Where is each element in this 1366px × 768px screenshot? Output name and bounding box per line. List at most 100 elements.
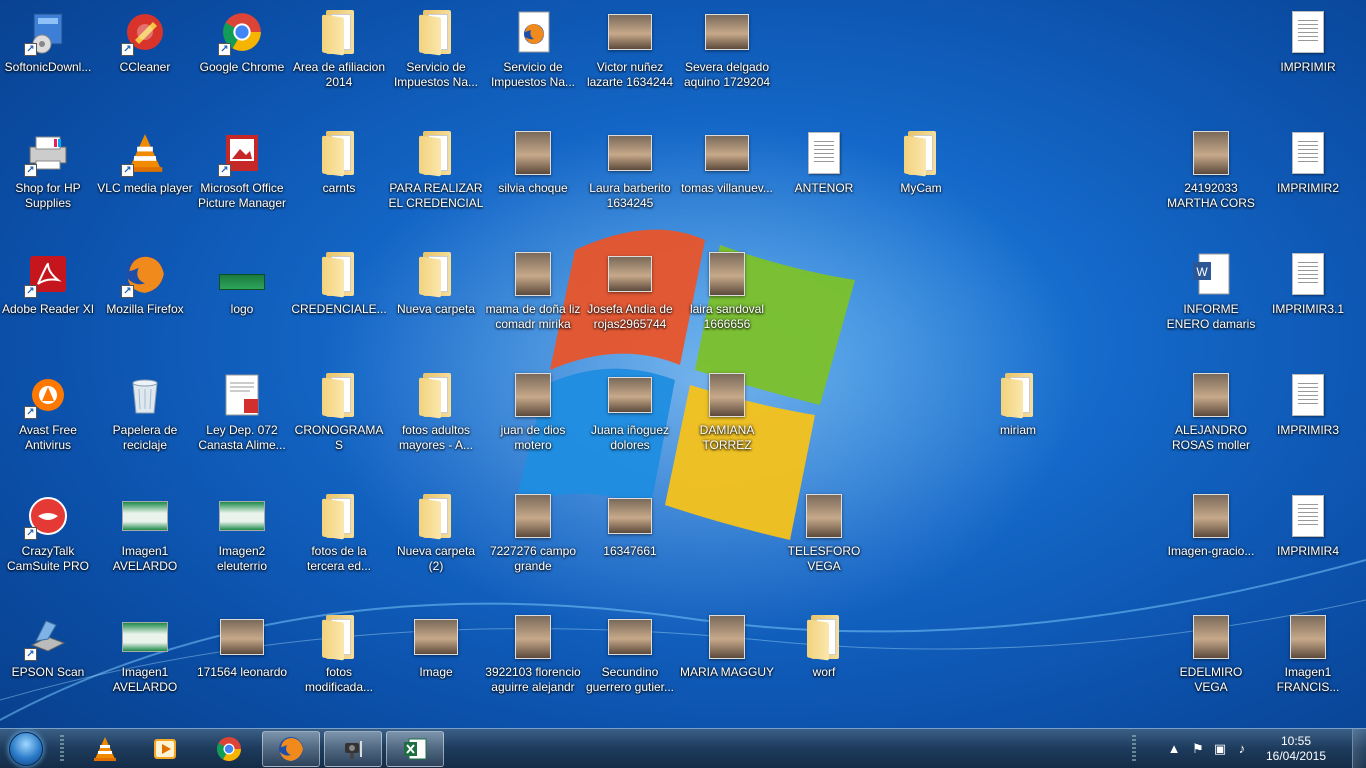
taskbar-media-player-button[interactable] <box>136 731 194 767</box>
folder-icon <box>412 129 460 177</box>
desktop-icon[interactable]: MARIA MAGGUY <box>679 605 775 713</box>
desktop-icon[interactable]: Imagen-gracio... <box>1163 484 1259 592</box>
desktop-icon[interactable]: Nueva carpeta <box>388 242 484 350</box>
desktop-icon[interactable]: tomas villanuev... <box>679 121 775 229</box>
start-button[interactable] <box>6 731 46 767</box>
desktop-icon[interactable]: ↗ SoftonicDownl... <box>0 0 96 108</box>
desktop-icon[interactable]: Imagen2 eleuterrio <box>194 484 290 592</box>
desktop-icon[interactable]: carnts <box>291 121 387 229</box>
desktop-icon-label: EDELMIRO VEGA CARDOZO <box>1179 665 1243 694</box>
desktop-icon[interactable]: Secundino guerrero gutier... <box>582 605 678 713</box>
photo-icon <box>1187 613 1235 661</box>
desktop-icon[interactable]: TELESFORO VEGA <box>776 484 872 592</box>
desktop-icon[interactable]: juan de dios motero <box>485 363 581 471</box>
action-center-flag-icon[interactable]: ⚑ <box>1190 741 1206 757</box>
desktop-icon[interactable]: Papelera de reciclaje <box>97 363 193 471</box>
desktop-icon[interactable]: fotos de la tercera ed... <box>291 484 387 592</box>
desktop-icon[interactable]: laira sandoval 1666656 <box>679 242 775 350</box>
clock-date: 16/04/2015 <box>1265 749 1327 763</box>
desktop[interactable]: ↗ SoftonicDownl... ↗ CCleaner ↗ Google Chrome… <box>0 0 1366 728</box>
desktop-icon[interactable]: Servicio de Impuestos Na... <box>485 0 581 108</box>
desktop-icon[interactable]: W INFORME ENERO damaris <box>1163 242 1259 350</box>
shortcut-arrow-icon: ↗ <box>24 285 37 298</box>
photo-icon <box>703 129 751 177</box>
desktop-icon[interactable]: PARA REALIZAR EL CREDENCIAL <box>388 121 484 229</box>
desktop-icon[interactable]: worf <box>776 605 872 713</box>
desktop-icon[interactable]: EDELMIRO VEGA CARDOZO <box>1163 605 1259 713</box>
taskbar-excel-button[interactable] <box>386 731 444 767</box>
desktop-icon[interactable]: 7227276 campo grande <box>485 484 581 592</box>
show-hidden-icons-icon[interactable]: ▲ <box>1166 741 1182 757</box>
photo-icon <box>606 492 654 540</box>
desktop-icon[interactable]: DAMIANA TORREZ <box>679 363 775 471</box>
show-desktop-button[interactable] <box>1352 729 1366 768</box>
photo-icon <box>606 371 654 419</box>
desktop-icon[interactable]: IMPRIMIR3 <box>1260 363 1356 471</box>
desktop-icon[interactable]: 171564 leonardo <box>194 605 290 713</box>
desktop-icon[interactable]: Nueva carpeta (2) <box>388 484 484 592</box>
desktop-icon[interactable]: Imagen1 AVELARDO <box>97 484 193 592</box>
desktop-icon[interactable]: Ley Dep. 072 Canasta Alime... <box>194 363 290 471</box>
taskbar-webcam-button[interactable] <box>324 731 382 767</box>
desktop-icon[interactable]: miriam <box>970 363 1066 471</box>
folder-icon <box>315 250 363 298</box>
desktop-icon[interactable]: Servicio de Impuestos Na... <box>388 0 484 108</box>
photo-icon <box>509 371 557 419</box>
desktop-icon[interactable]: Image <box>388 605 484 713</box>
desktop-icon[interactable]: Area de afiliacion 2014 <box>291 0 387 108</box>
desktop-icon[interactable]: ALEJANDRO ROSAS moller <box>1163 363 1259 471</box>
clock[interactable]: 10:55 16/04/2015 <box>1256 734 1336 764</box>
photo-icon <box>703 8 751 56</box>
photo-icon <box>509 613 557 661</box>
desktop-icon-label: ANTENOR <box>794 181 854 195</box>
desktop-icon[interactable]: Juana iñoguez dolores 16347661 <box>582 363 678 471</box>
desktop-icon[interactable]: 3922103 florencio aguirre alejandr <box>485 605 581 713</box>
taskbar-grip[interactable] <box>60 735 64 763</box>
document-icon <box>1284 129 1332 177</box>
taskbar-chrome-button[interactable] <box>200 731 258 767</box>
desktop-icon[interactable]: IMPRIMIR4 <box>1260 484 1356 592</box>
desktop-icon[interactable]: CRONOGRAMAS <box>291 363 387 471</box>
desktop-icon[interactable]: Laura barberito 1634245 <box>582 121 678 229</box>
desktop-icon[interactable]: ↗ Shop for HP Supplies <box>0 121 96 229</box>
taskbar-vlc-button[interactable] <box>76 731 134 767</box>
tray-grip[interactable] <box>1132 735 1136 763</box>
desktop-icon[interactable]: Josefa Andia de rojas2965744 <box>582 242 678 350</box>
desktop-icon[interactable]: mama de doña liz comadr mirika <box>485 242 581 350</box>
desktop-icon[interactable]: silvia choque <box>485 121 581 229</box>
desktop-icon[interactable]: IMPRIMIR <box>1260 0 1356 108</box>
desktop-icon[interactable]: Victor nuñez lazarte 1634244 <box>582 0 678 108</box>
desktop-icon[interactable]: ↗ VLC media player <box>97 121 193 229</box>
desktop-icon-label: PARA REALIZAR EL CREDENCIAL <box>388 181 484 210</box>
desktop-icon[interactable]: Imagen1 FRANCIS... <box>1260 605 1356 713</box>
desktop-icon[interactable]: fotos adultos mayores - A... <box>388 363 484 471</box>
desktop-icon[interactable]: Severa delgado aquino 1729204 <box>679 0 775 108</box>
volume-icon[interactable]: ♪ <box>1234 741 1250 757</box>
desktop-icon[interactable]: ↗ EPSON Scan <box>0 605 96 713</box>
folder-icon <box>315 371 363 419</box>
desktop-icon[interactable]: ↗ CrazyTalk CamSuite PRO <box>0 484 96 592</box>
desktop-icon[interactable]: logo <box>194 242 290 350</box>
desktop-icon[interactable]: IMPRIMIR2 <box>1260 121 1356 229</box>
desktop-icon[interactable]: MyCam <box>873 121 969 229</box>
desktop-icon[interactable]: fotos modificada... <box>291 605 387 713</box>
desktop-icon-label: Google Chrome <box>199 60 285 74</box>
desktop-icon[interactable]: IMPRIMIR3.1 <box>1260 242 1356 350</box>
desktop-icon[interactable]: ↗ CCleaner <box>97 0 193 108</box>
printer-icon: ↗ <box>24 129 72 177</box>
desktop-icon[interactable]: CREDENCIALE... <box>291 242 387 350</box>
desktop-icon[interactable]: ↗ Google Chrome <box>194 0 290 108</box>
desktop-icon[interactable]: Imagen1 AVELARDO <box>97 605 193 713</box>
desktop-icon[interactable]: 24192033 MARTHA CORS <box>1163 121 1259 229</box>
desktop-icon[interactable]: ANTENOR <box>776 121 872 229</box>
firefox-icon <box>279 737 303 761</box>
desktop-icon[interactable]: ↗ Microsoft Office Picture Manager <box>194 121 290 229</box>
desktop-icon[interactable]: 16347661 <box>582 484 678 592</box>
desktop-icon-label: ALEJANDRO ROSAS moller <box>1171 423 1251 452</box>
desktop-icon[interactable]: ↗ Mozilla Firefox <box>97 242 193 350</box>
desktop-icon[interactable]: ↗ Adobe Reader XI <box>0 242 96 350</box>
desktop-icon-label: DAMIANA TORREZ <box>699 423 755 452</box>
taskbar-firefox-button[interactable] <box>262 731 320 767</box>
desktop-icon[interactable]: ↗ Avast Free Antivirus <box>0 363 96 471</box>
network-icon[interactable]: ▣ <box>1212 741 1228 757</box>
